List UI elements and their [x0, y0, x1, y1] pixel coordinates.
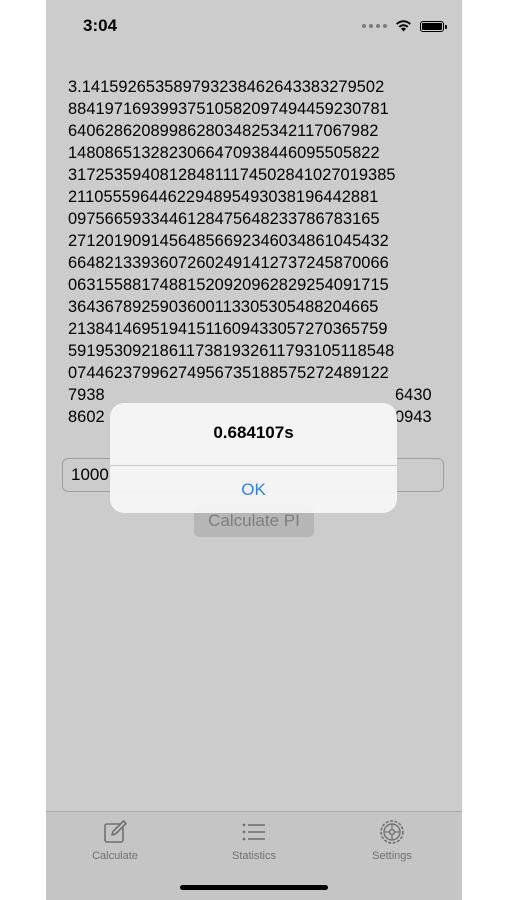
- alert-ok-button[interactable]: OK: [110, 466, 397, 513]
- result-alert: 0.684107s OK: [110, 403, 397, 513]
- alert-title: 0.684107s: [213, 423, 294, 442]
- phone-screen: 3:04 3.141592653589793238462643383279502…: [46, 0, 462, 900]
